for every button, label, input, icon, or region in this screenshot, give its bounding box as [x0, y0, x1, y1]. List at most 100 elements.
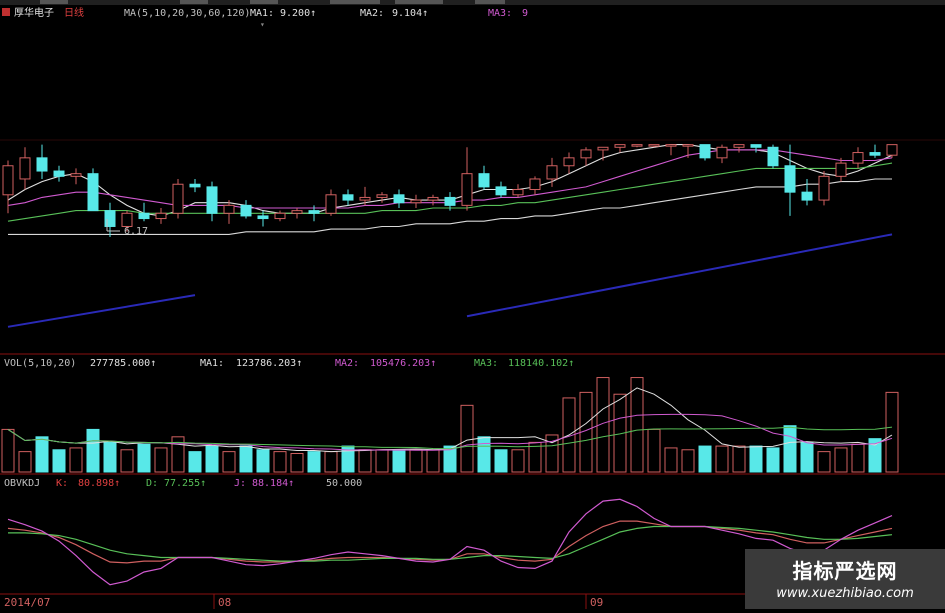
volume-bar — [358, 449, 372, 473]
candle-body — [665, 144, 677, 147]
candle-body — [121, 212, 133, 227]
volume-bar — [834, 447, 848, 473]
candle-body — [580, 149, 592, 159]
volume-bar — [851, 443, 865, 473]
stock-name: 厚华电子 — [14, 6, 54, 19]
volume-bar — [800, 441, 814, 473]
volume-bar — [817, 451, 831, 473]
volume-bar — [154, 447, 168, 473]
d-label: D: — [146, 478, 158, 489]
candle-body — [597, 146, 609, 151]
volume-bar — [715, 445, 729, 473]
volume-bar — [698, 445, 712, 473]
volume-bar — [783, 425, 797, 473]
volume-bar — [69, 447, 83, 473]
volume-bar — [375, 449, 389, 473]
volume-bar — [120, 449, 134, 473]
volume-bar — [494, 449, 508, 473]
candle-body — [563, 157, 575, 167]
volume-bar — [307, 451, 321, 473]
volume-bar — [732, 445, 746, 473]
chart-svg: 厚华电子 日线 MA(5,10,20,30,60,120) MA1: 9.200… — [0, 0, 945, 609]
candle-body — [223, 204, 235, 214]
candle-body — [886, 144, 898, 156]
candle-body — [648, 144, 660, 147]
candle-body — [138, 212, 150, 220]
volume-bar — [1, 428, 15, 473]
candle-body — [495, 186, 507, 196]
watermark: 指标严选网 www.xuezhibiao.com — [745, 549, 945, 609]
volume-bar — [681, 449, 695, 473]
volume-bar — [103, 441, 117, 473]
volume-bar — [511, 449, 525, 473]
candle — [87, 168, 99, 212]
volume-bar — [664, 447, 678, 473]
candle-body — [699, 144, 711, 159]
candle-body — [189, 183, 201, 188]
volume-bar — [35, 436, 49, 473]
volume-bar — [426, 449, 440, 473]
ma2-value: 9.104↑ — [392, 8, 428, 19]
candle-body — [529, 178, 541, 191]
candle-body — [852, 152, 864, 164]
candle-body — [410, 199, 422, 204]
d-value: 77.255↑ — [164, 478, 206, 489]
candle-body — [87, 173, 99, 212]
k-value: 80.898↑ — [78, 478, 120, 489]
candle-body — [818, 175, 830, 201]
candle-body — [342, 194, 354, 201]
low-marker-label: 6.17 — [124, 226, 148, 237]
expand-icon[interactable]: ▾ — [260, 20, 265, 29]
candle-body — [240, 204, 252, 217]
watermark-url: www.xuezhibiao.com — [776, 586, 914, 601]
volume-bar — [256, 449, 270, 473]
stock-chart: 厚华电子 日线 MA(5,10,20,30,60,120) MA1: 9.200… — [0, 0, 945, 609]
volume-bar — [239, 445, 253, 473]
candle-body — [155, 212, 167, 220]
volume-bar — [477, 436, 491, 473]
candle-body — [36, 157, 48, 172]
candle-body — [835, 162, 847, 177]
candle-body — [53, 170, 65, 177]
candle-body — [682, 144, 694, 147]
vol-ma2-label: MA2: — [335, 358, 359, 369]
vol-ma1-label: MA1: — [200, 358, 224, 369]
candle — [172, 178, 184, 219]
stock-menu-button[interactable] — [2, 8, 10, 16]
volume-bar — [392, 449, 406, 473]
volume-bar — [749, 445, 763, 473]
volume-bar — [86, 428, 100, 473]
candle-body — [750, 144, 762, 148]
vol-ma1-value: 123786.203↑ — [236, 358, 302, 369]
vol-ma3-label: MA3: — [474, 358, 498, 369]
volume-bar — [460, 404, 474, 473]
volume-bar — [222, 451, 236, 473]
candle-body — [376, 194, 388, 198]
kdj-label: OBVKDJ — [4, 478, 40, 489]
volume-bar — [188, 451, 202, 473]
candle-body — [614, 144, 626, 148]
volume-bar — [137, 443, 151, 473]
candle-body — [70, 173, 82, 177]
candle-body — [291, 210, 303, 214]
candle-body — [461, 173, 473, 206]
vol-ma2-value: 105476.203↑ — [370, 358, 436, 369]
volume-bar — [290, 452, 304, 473]
volume-bar — [630, 377, 644, 473]
kdj-level: 50.000 — [326, 478, 362, 489]
date-label-1: 08 — [218, 596, 231, 609]
period-label: 日线 — [64, 6, 84, 19]
candle-body — [172, 183, 184, 214]
candle-body — [444, 196, 456, 206]
candle-body — [2, 165, 14, 196]
candle-body — [274, 212, 286, 220]
candle-body — [359, 196, 371, 201]
volume-bar — [766, 447, 780, 473]
candle-body — [427, 196, 439, 201]
date-label-2: 09 — [590, 596, 603, 609]
candle-body — [206, 186, 218, 214]
vol-ma3-value: 118140.102↑ — [508, 358, 574, 369]
candle — [818, 171, 830, 206]
candle-body — [393, 194, 405, 204]
candle-body — [784, 165, 796, 193]
